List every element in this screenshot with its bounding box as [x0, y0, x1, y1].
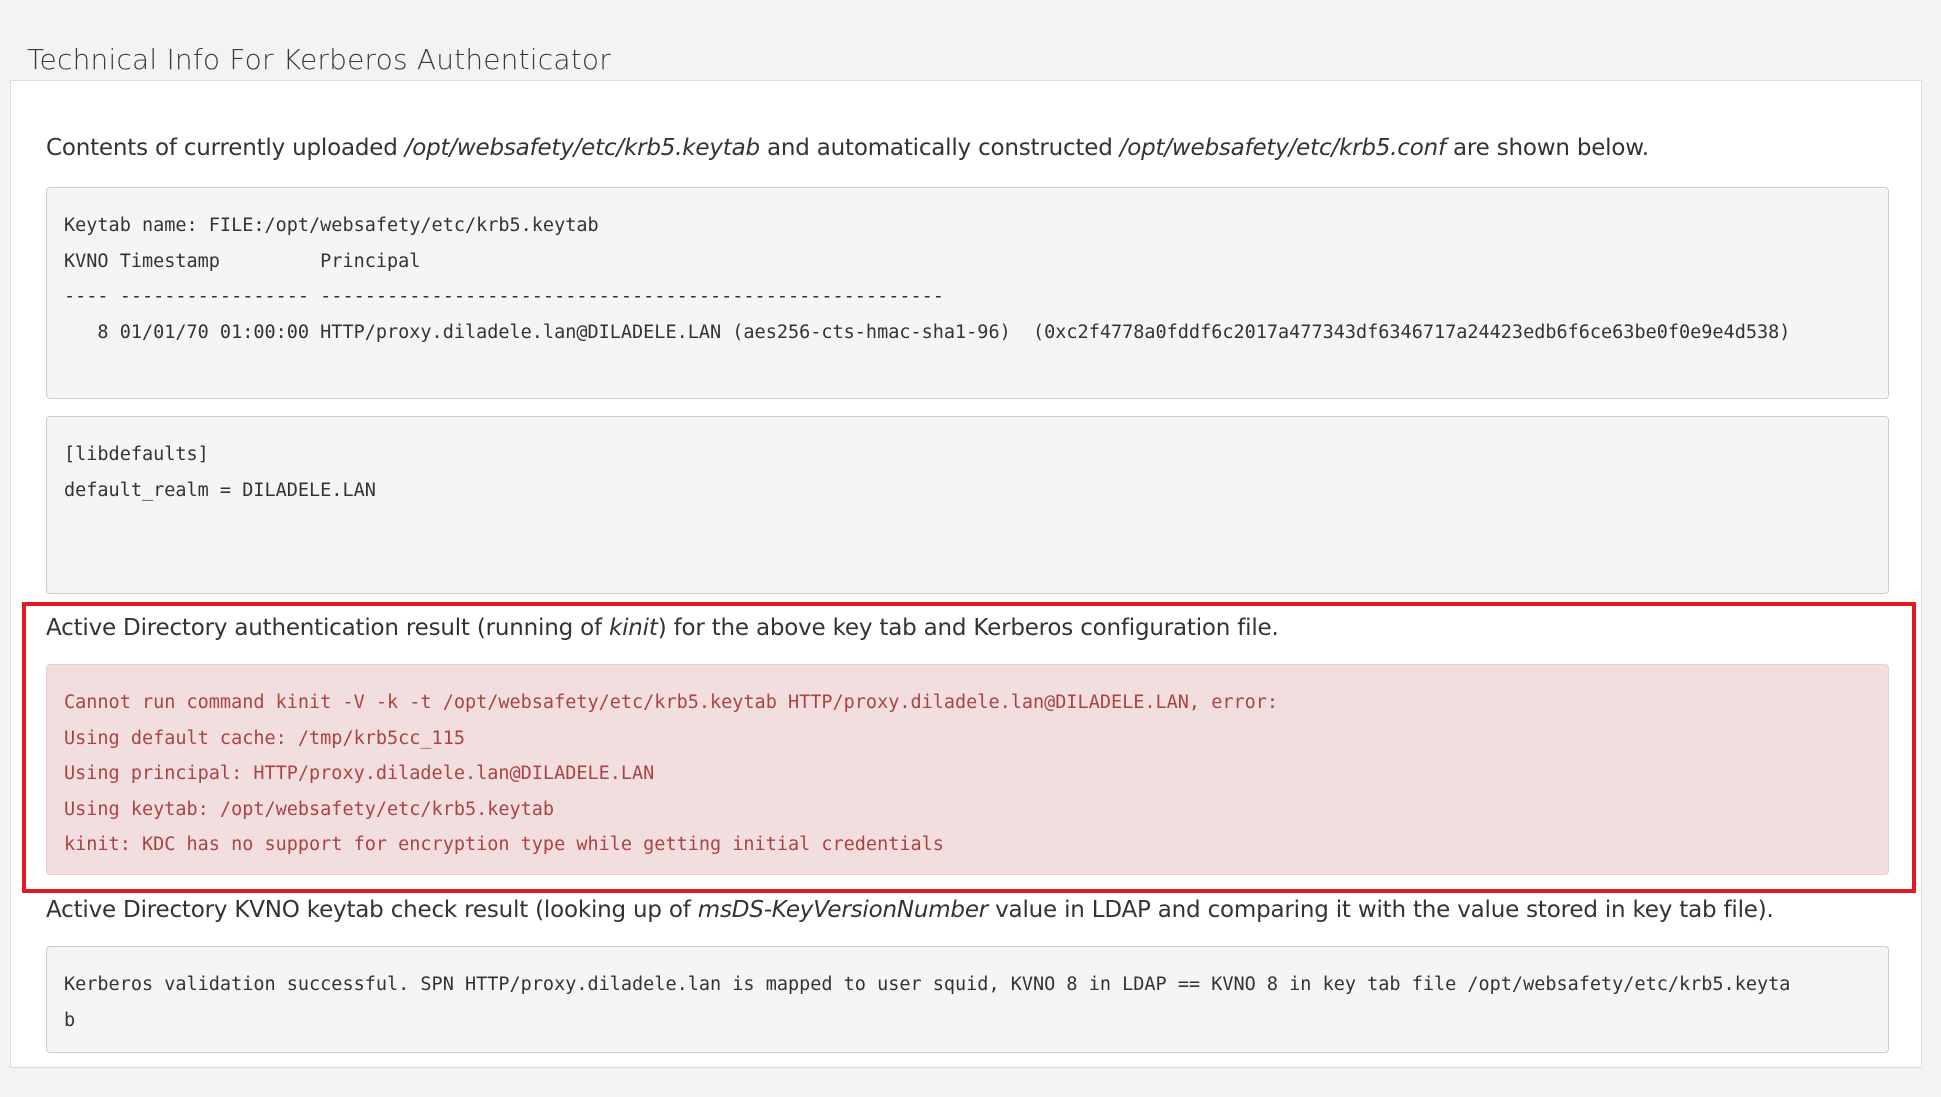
- intro-text: Contents of currently uploaded /opt/webs…: [46, 135, 1649, 161]
- conf-line: default_realm = DILADELE.LAN: [64, 479, 376, 501]
- error-line: Cannot run command kinit -V -k -t /opt/w…: [64, 692, 1279, 713]
- kvno-line: Kerberos validation successful. SPN HTTP…: [64, 974, 1791, 995]
- ad-auth-suffix: ) for the above key tab and Kerberos con…: [657, 615, 1279, 641]
- error-line: kinit: KDC has no support for encryption…: [64, 834, 944, 855]
- intro-prefix: Contents of currently uploaded: [46, 135, 405, 161]
- kvno-line: b: [64, 1009, 76, 1031]
- krb5-conf-box: [libdefaults] default_realm = DILADELE.LA…: [46, 416, 1889, 594]
- error-line: Using keytab: /opt/websafety/etc/krb5.ke…: [64, 798, 555, 820]
- keytab-line: KVNO Timestamp Principal: [64, 250, 421, 272]
- keytab-line: Keytab name: FILE:/opt/websafety/etc/krb…: [64, 215, 599, 236]
- keytab-line: ---- ----------------- -----------------…: [64, 286, 944, 307]
- ad-auth-error-box: Cannot run command kinit -V -k -t /opt/w…: [46, 664, 1889, 875]
- kinit-command: kinit: [608, 615, 658, 641]
- technical-info-panel: Contents of currently uploaded /opt/webs…: [10, 80, 1922, 1068]
- kvno-prefix: Active Directory KVNO keytab check resul…: [46, 897, 698, 923]
- kvno-attribute: msDS-KeyVersionNumber: [697, 897, 989, 923]
- keytab-path: /opt/websafety/etc/krb5.keytab: [404, 135, 760, 161]
- intro-middle: and automatically constructed: [759, 135, 1120, 161]
- kvno-suffix: value in LDAP and comparing it with the …: [988, 897, 1774, 923]
- conf-line: [libdefaults]: [64, 444, 209, 465]
- kvno-check-description: Active Directory KVNO keytab check resul…: [46, 897, 1774, 923]
- error-line: Using principal: HTTP/proxy.diladele.lan…: [64, 763, 655, 784]
- keytab-line: 8 01/01/70 01:00:00 HTTP/proxy.diladele.…: [64, 321, 1791, 343]
- ad-auth-prefix: Active Directory authentication result (…: [46, 615, 609, 641]
- keytab-output-box: Keytab name: FILE:/opt/websafety/etc/krb…: [46, 187, 1889, 399]
- ad-auth-description: Active Directory authentication result (…: [46, 615, 1279, 641]
- page-title: Technical Info For Kerberos Authenticato…: [27, 42, 611, 76]
- kvno-result-box: Kerberos validation successful. SPN HTTP…: [46, 946, 1889, 1053]
- error-line: Using default cache: /tmp/krb5cc_115: [64, 727, 465, 749]
- intro-suffix: are shown below.: [1445, 135, 1649, 161]
- conf-path: /opt/websafety/etc/krb5.conf: [1119, 135, 1446, 161]
